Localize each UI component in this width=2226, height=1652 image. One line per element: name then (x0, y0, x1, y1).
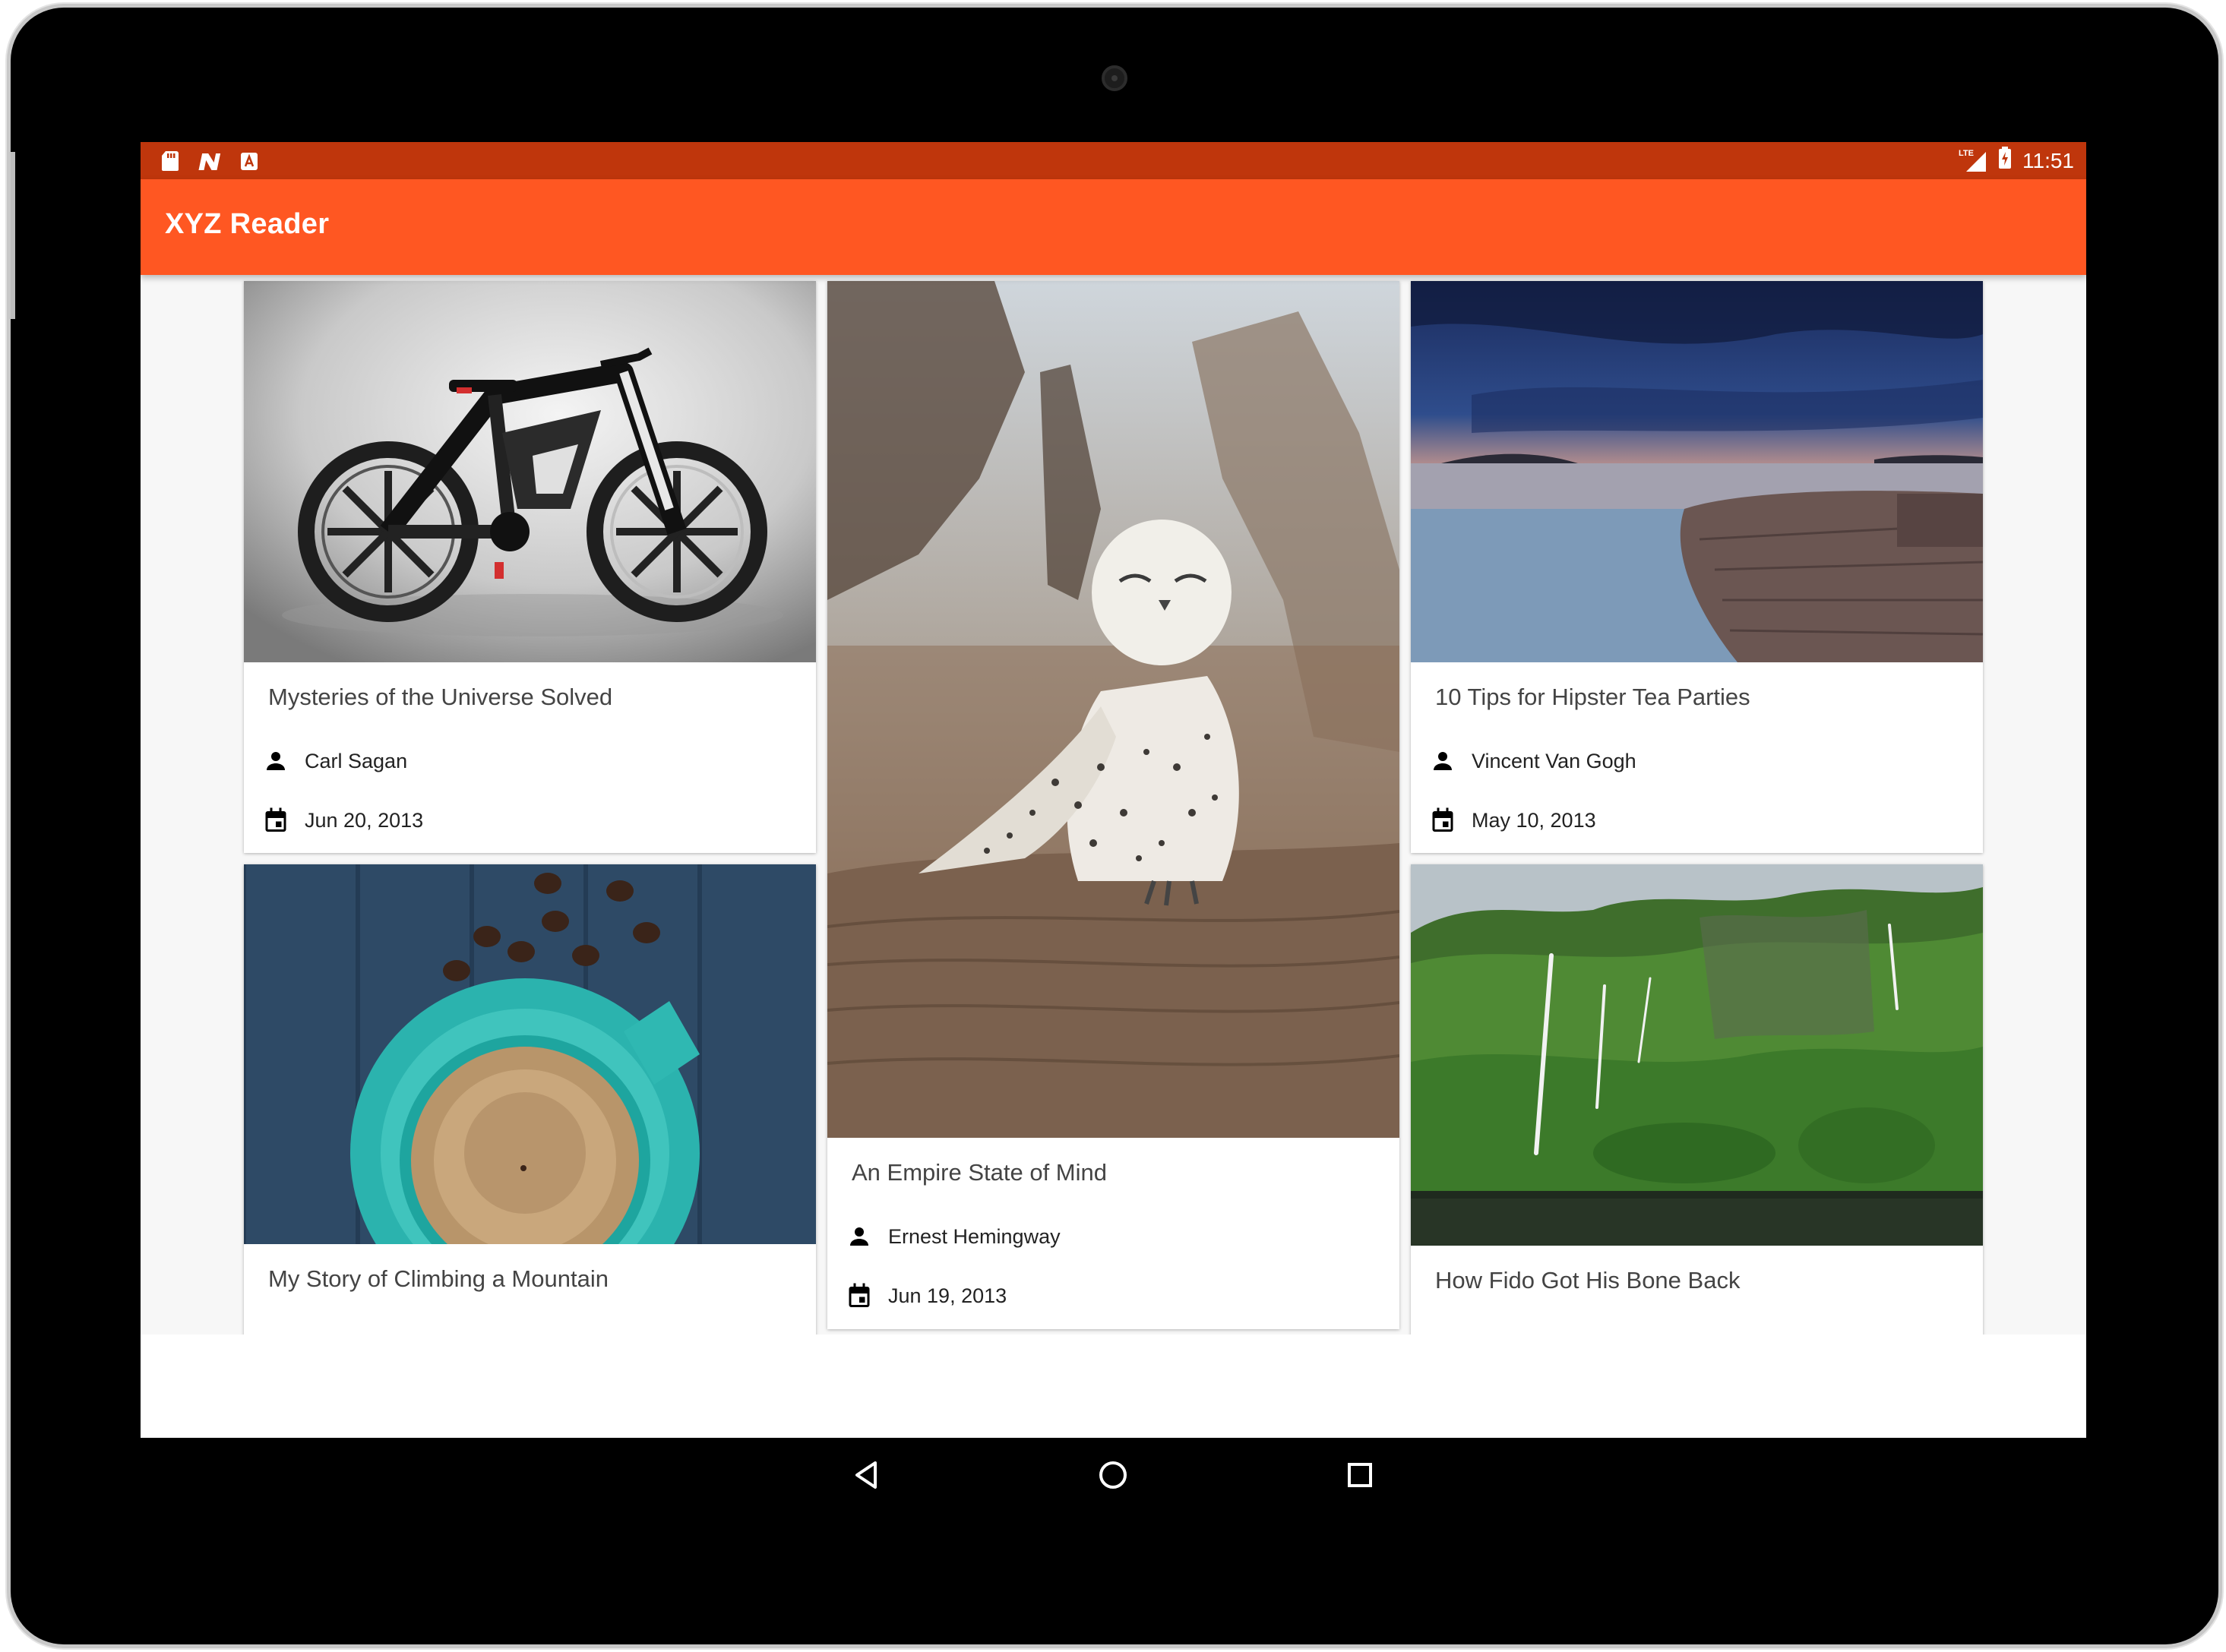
back-icon[interactable] (847, 1456, 885, 1494)
recents-icon[interactable] (1341, 1456, 1379, 1494)
front-camera (1102, 65, 1127, 91)
article-thumbnail[interactable] (244, 864, 816, 1328)
signal-icon: LTE (1959, 148, 1987, 173)
article-date: Jun 19, 2013 (888, 1284, 1007, 1307)
rocky-coast-sunset-photo (1411, 281, 1983, 662)
article-card[interactable]: Mysteries of the Universe Solved Carl Sa… (244, 281, 816, 853)
person-icon (1428, 746, 1458, 776)
network-type-label: LTE (1959, 148, 1974, 158)
power-button (11, 152, 15, 319)
sd-card-icon (159, 150, 182, 172)
article-card[interactable]: An Empire State of Mind Ernest Hemingway… (827, 281, 1399, 1329)
electric-bicycle-photo (244, 281, 816, 662)
notification-n-icon (198, 150, 221, 172)
article-author: Vincent Van Gogh (1472, 749, 1636, 772)
article-title: My Story of Climbing a Mountain (268, 1265, 609, 1292)
article-author-row: Vincent Van Gogh (1428, 746, 1636, 776)
article-thumbnail[interactable] (1411, 864, 1983, 1246)
article-date-row: May 10, 2013 (1428, 805, 1596, 835)
article-date: May 10, 2013 (1472, 808, 1596, 832)
person-icon (844, 1221, 874, 1252)
app-bar: XYZ Reader (141, 179, 2086, 275)
article-author-row: Ernest Hemingway (844, 1221, 1061, 1252)
store-icon (238, 150, 261, 172)
article-thumbnail[interactable] (1411, 281, 1983, 662)
calendar-icon (261, 805, 291, 835)
home-icon[interactable] (1094, 1456, 1132, 1494)
article-title: Mysteries of the Universe Solved (268, 684, 613, 710)
article-date-row: Jun 19, 2013 (844, 1281, 1007, 1311)
green-cliffs-waterfalls-photo (1411, 864, 1983, 1246)
article-grid[interactable]: Mysteries of the Universe Solved Carl Sa… (141, 275, 2086, 1438)
list-bottom-spacer (141, 1335, 2086, 1438)
article-date: Jun 20, 2013 (305, 808, 424, 832)
article-thumbnail[interactable] (244, 281, 816, 662)
calendar-icon (844, 1281, 874, 1311)
article-date-row: Jun 20, 2013 (261, 805, 423, 835)
article-author-row: Carl Sagan (261, 746, 407, 776)
coffee-cup-photo (244, 864, 816, 1328)
article-meta: 10 Tips for Hipster Tea Parties Vincent … (1411, 662, 1983, 853)
article-title: 10 Tips for Hipster Tea Parties (1435, 684, 1750, 710)
screen: LTE 11:51 XYZ Reader Mysteries of the Un… (141, 142, 2086, 1438)
article-meta: An Empire State of Mind Ernest Hemingway… (827, 1138, 1399, 1329)
person-icon (261, 746, 291, 776)
article-thumbnail[interactable] (827, 281, 1399, 1138)
article-author: Ernest Hemingway (888, 1224, 1061, 1248)
status-bar: LTE 11:51 (141, 142, 2086, 179)
battery-icon (1998, 147, 2012, 175)
app-title: XYZ Reader (165, 208, 330, 240)
article-author: Carl Sagan (305, 749, 408, 772)
navigation-bar (141, 1438, 2086, 1514)
article-meta: Mysteries of the Universe Solved Carl Sa… (244, 662, 816, 853)
article-title: How Fido Got His Bone Back (1435, 1267, 1741, 1293)
article-list[interactable]: Mysteries of the Universe Solved Carl Sa… (141, 275, 2086, 1438)
article-title: An Empire State of Mind (852, 1159, 1107, 1186)
snowy-owl-photo (827, 281, 1399, 1138)
status-time: 11:51 (2022, 148, 2074, 172)
calendar-icon (1428, 805, 1458, 835)
article-card[interactable]: 10 Tips for Hipster Tea Parties Vincent … (1411, 281, 1983, 853)
status-notifications (159, 150, 261, 172)
status-system: LTE 11:51 (1959, 147, 2074, 175)
